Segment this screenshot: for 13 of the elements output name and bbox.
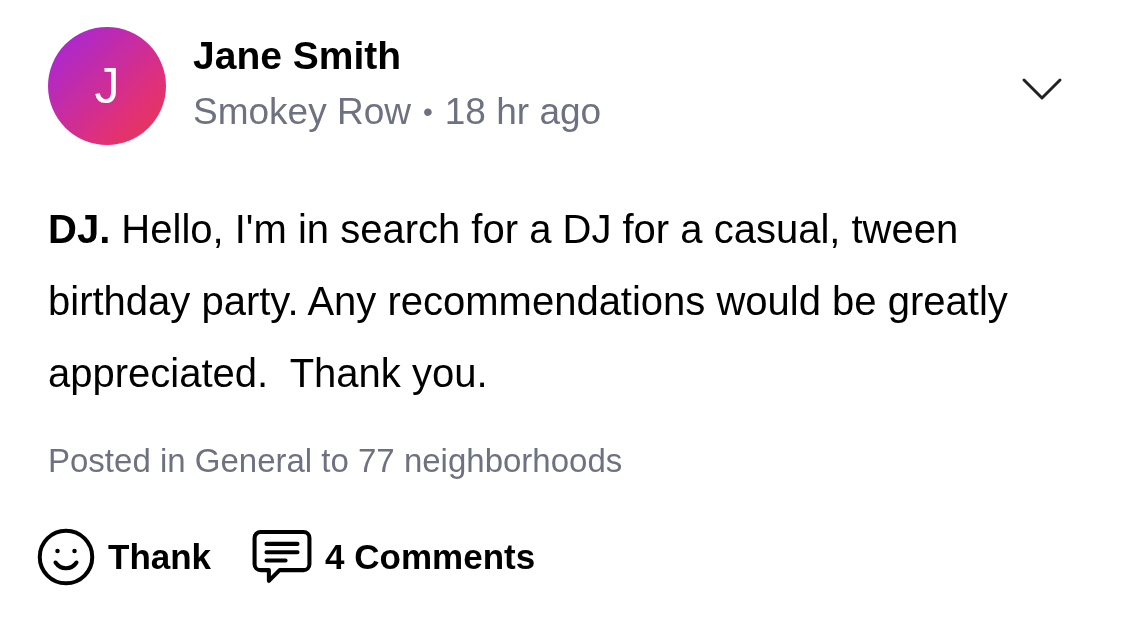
speech-bubble-icon	[251, 528, 314, 586]
neighborhood-name: Smokey Row	[193, 90, 411, 134]
posted-in-text: Posted in General to 77 neighborhoods	[48, 441, 624, 481]
post-body: DJ. Hello, I'm in search for a DJ for a casual, tween birthday party. Any recommendations would be greatly appreciated. Thank you.	[48, 206, 1009, 397]
avatar[interactable]: J	[48, 27, 166, 145]
comments-button[interactable]: 4 Comments	[251, 528, 536, 586]
author-name[interactable]: Jane Smith	[193, 31, 602, 81]
thank-button[interactable]: Thank	[36, 527, 212, 587]
avatar-initial: J	[94, 56, 120, 116]
chevron-down-icon[interactable]	[1021, 77, 1063, 101]
separator-dot: •	[422, 95, 433, 129]
smiley-icon	[36, 527, 96, 587]
post-time: 18 hr ago	[444, 90, 602, 134]
